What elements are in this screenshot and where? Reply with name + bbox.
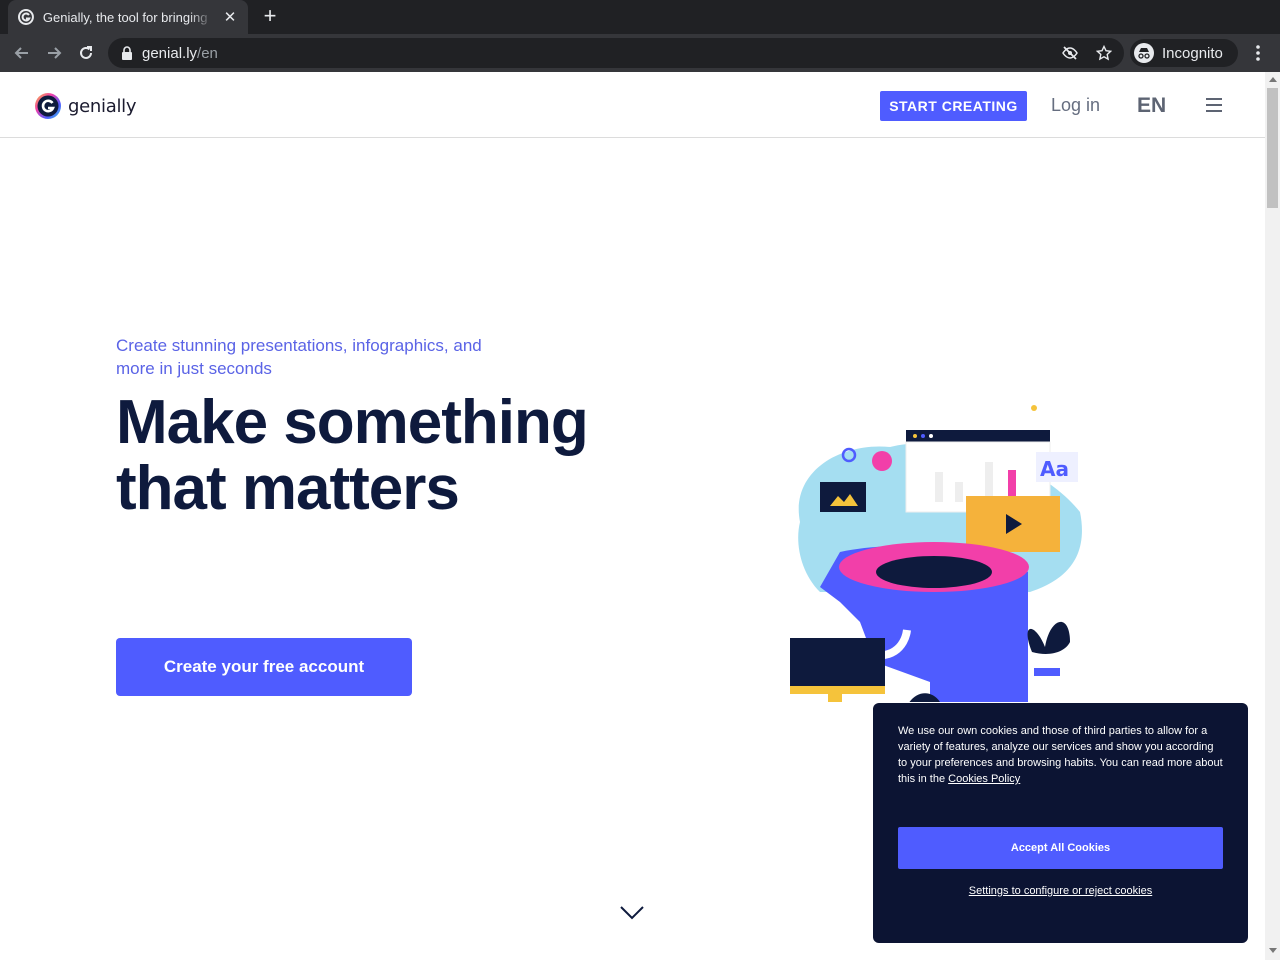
hero-illustration: Aa [790,405,1082,702]
tab-close-icon[interactable]: ✕ [222,8,238,26]
tab-title: Genially, the tool for bringing [42,9,208,25]
start-creating-button[interactable]: START CREATING [880,91,1027,121]
language-selector[interactable]: EN [1137,94,1166,118]
browser-tabstrip: Genially, the tool for bringing ✕ + [0,0,1280,34]
scroll-thumb[interactable] [1267,88,1278,208]
site-header: genially START CREATING Log in EN [0,72,1265,138]
accept-all-cookies-button[interactable]: Accept All Cookies [898,827,1223,869]
address-bar[interactable]: genial.ly/en [108,38,1124,68]
cookie-text-body: We use our own cookies and those of thir… [898,725,1223,785]
url-domain: genial.ly [142,44,198,62]
scroll-down-chevron-icon[interactable] [620,906,644,920]
browser-tab[interactable]: Genially, the tool for bringing ✕ [8,0,248,34]
logo-text: genially [68,95,137,117]
page-scrollbar[interactable] [1265,72,1280,960]
page-viewport: genially START CREATING Log in EN Create… [0,72,1265,960]
scroll-down-arrow-icon[interactable] [1269,948,1277,953]
incognito-badge[interactable]: Incognito [1130,39,1238,67]
login-link[interactable]: Log in [1051,95,1100,116]
hamburger-menu-icon[interactable] [1206,98,1222,112]
forward-icon[interactable] [42,41,66,65]
hero-subtitle: Create stunning presentations, infograph… [116,336,482,378]
cookie-banner: We use our own cookies and those of thir… [873,703,1248,943]
incognito-label: Incognito [1162,44,1223,62]
headline-line-2: that matters [116,454,460,523]
genially-logo-icon [35,93,61,119]
new-tab-icon[interactable]: + [258,5,282,28]
scroll-up-arrow-icon[interactable] [1269,77,1277,82]
star-icon[interactable] [1096,45,1112,61]
headline-line-1: Make something [116,388,589,457]
kebab-menu-icon[interactable] [1250,43,1266,63]
aa-text: Aa [1040,457,1069,481]
back-icon[interactable] [10,41,34,65]
hero-headline: Make something that matters [116,388,589,523]
cookie-settings-link[interactable]: Settings to configure or reject cookies [873,885,1248,897]
genially-favicon-icon [18,9,34,25]
genially-logo[interactable]: genially [34,92,137,120]
url-path: /en [197,44,218,62]
cookies-policy-link[interactable]: Cookies Policy [948,773,1020,785]
browser-toolbar: genial.ly/en Incognito [0,34,1280,72]
cookie-text: We use our own cookies and those of thir… [898,723,1223,787]
reload-icon[interactable] [74,41,98,65]
incognito-icon [1134,43,1154,63]
eye-off-icon[interactable] [1062,45,1078,61]
create-account-button[interactable]: Create your free account [116,638,412,696]
lock-icon [122,46,132,60]
